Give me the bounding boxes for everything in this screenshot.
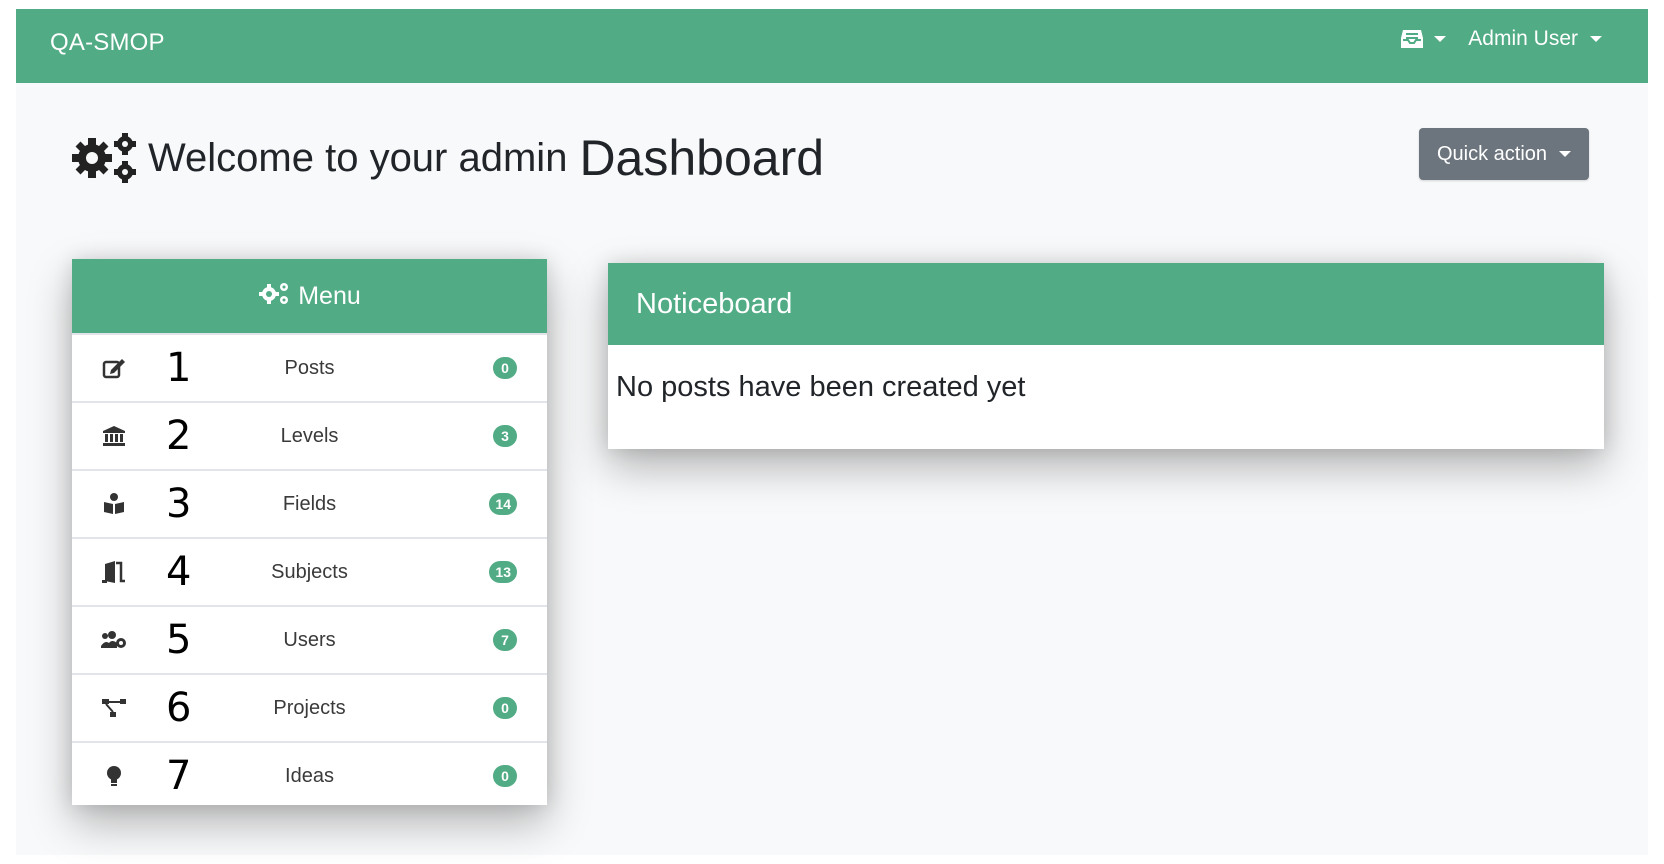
gears-icon [70, 132, 138, 184]
top-navbar: QA-SMOP Admin User [16, 9, 1648, 83]
inbox-dropdown[interactable] [1400, 28, 1447, 50]
noticeboard-body: No posts have been created yet [608, 345, 1604, 404]
count-badge: 3 [493, 425, 517, 447]
menu-card: Menu 1 Posts 0 2 Levels 3 3 Fields 14 4 … [72, 259, 547, 805]
noticeboard-header: Noticeboard [608, 263, 1604, 345]
count-badge: 0 [493, 357, 517, 379]
menu-item-projects[interactable]: 6 Projects 0 [72, 673, 547, 741]
menu-item-users[interactable]: 5 Users 7 [72, 605, 547, 673]
noticeboard-title: Noticeboard [636, 287, 793, 320]
count-badge: 0 [493, 765, 517, 787]
menu-item-posts[interactable]: 1 Posts 0 [72, 333, 547, 401]
gears-icon [258, 281, 290, 312]
user-name: Admin User [1468, 27, 1578, 50]
menu-item-label: Fields [282, 492, 337, 515]
noticeboard-card: Noticeboard No posts have been created y… [608, 263, 1604, 449]
count-badge: 13 [489, 561, 517, 583]
quick-action-label: Quick action [1436, 142, 1548, 165]
brand-link[interactable]: QA-SMOP [50, 29, 165, 57]
menu-item-label: Levels [280, 424, 339, 447]
menu-item-label: Projects [273, 696, 346, 719]
menu-header: Menu [72, 259, 547, 333]
title-prefix: Welcome to your admin [148, 135, 568, 180]
count-badge: 0 [493, 697, 517, 719]
title-main: Dashboard [579, 130, 825, 186]
inbox-icon [1400, 28, 1424, 50]
app-frame: QA-SMOP Admin User Welcome to your admin… [16, 9, 1648, 855]
menu-item-label: Ideas [285, 764, 334, 787]
quick-action-button[interactable]: Quick action [1419, 128, 1589, 180]
menu-title: Menu [298, 281, 361, 310]
menu-item-label: Users [283, 628, 336, 651]
menu-item-levels[interactable]: 2 Levels 3 [72, 401, 547, 469]
count-badge: 7 [493, 629, 517, 651]
count-badge: 14 [489, 493, 517, 515]
chevron-down-icon [1590, 36, 1602, 42]
chevron-down-icon [1559, 151, 1572, 157]
menu-item-label: Posts [284, 356, 335, 379]
menu-item-subjects[interactable]: 4 Subjects 13 [72, 537, 547, 605]
menu-item-fields[interactable]: 3 Fields 14 [72, 469, 547, 537]
menu-item-label: Subjects [271, 560, 348, 583]
chevron-down-icon [1434, 36, 1447, 42]
menu-item-ideas[interactable]: 7 Ideas 0 [72, 741, 547, 809]
empty-message: No posts have been created yet [616, 371, 1026, 403]
page-title: Welcome to your admin Dashboard [70, 129, 824, 187]
user-menu-dropdown[interactable]: Admin User [1468, 27, 1602, 51]
navbar-right: Admin User [1400, 27, 1602, 51]
